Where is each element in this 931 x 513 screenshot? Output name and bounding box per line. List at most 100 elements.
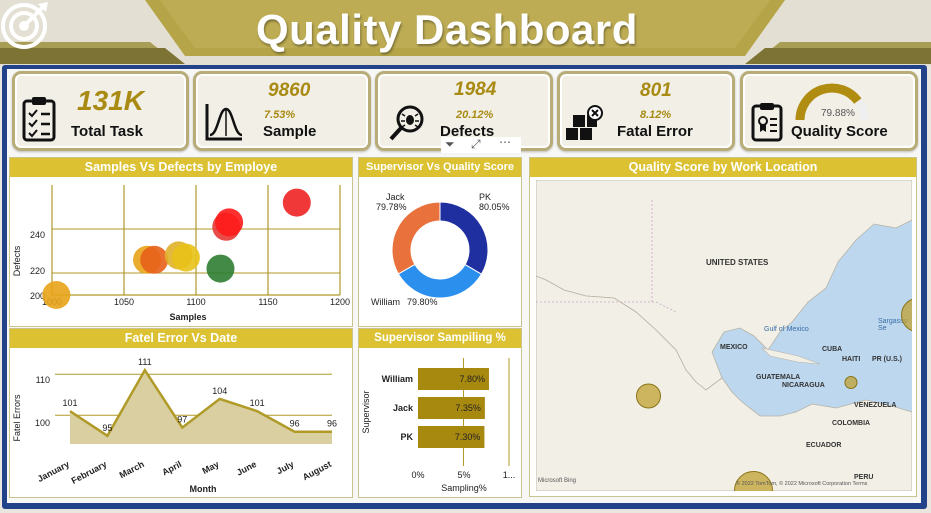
line-panel[interactable]: Fatel Error Vs Date Fatel Errors Month 1… <box>9 328 353 498</box>
line-data-label: 96 <box>327 419 337 429</box>
hbar-category: William <box>382 374 413 384</box>
scatter-ytick: 220 <box>30 266 45 276</box>
hbar-xtick: 1... <box>503 470 516 480</box>
bing-logo: Microsoft Bing <box>538 478 577 484</box>
donut-label-value: 80.05% <box>479 202 510 212</box>
kpi-quality-score[interactable]: 79.88% Quality Score <box>740 71 918 151</box>
line-xtick: June <box>235 459 258 478</box>
line-ylabel: Fatel Errors <box>12 394 22 442</box>
line-data-label: 104 <box>212 386 227 396</box>
donut-panel[interactable]: Supervisor Vs Quality Score Jack 79.78% … <box>358 157 522 327</box>
bell-curve-icon <box>205 104 243 141</box>
defects-value: 1984 <box>454 79 497 100</box>
line-xtick: August <box>301 459 333 482</box>
line-data-label: 96 <box>290 419 300 429</box>
boxes-error-icon <box>566 105 603 140</box>
line-xtick: February <box>70 459 109 486</box>
donut-title: Supervisor Vs Quality Score <box>359 158 521 177</box>
donut-label-value: 79.80% <box>407 297 438 307</box>
fatal-error-value: 801 <box>640 80 672 101</box>
fatal-error-pct: 8.12% <box>640 109 672 121</box>
line-xtick: May <box>200 459 220 476</box>
visual-header-toolbar: ⏷ ⤢ ⋯ <box>441 135 521 153</box>
line-data-label: 111 <box>138 357 152 367</box>
map-attribution: © 2022 TomTom, © 2022 Microsoft Corporat… <box>736 481 868 487</box>
map-bubble[interactable] <box>636 383 661 409</box>
scatter-ylabel: Defects <box>12 245 22 276</box>
target-icon <box>1 2 48 49</box>
map-bubbles[interactable] <box>536 180 912 491</box>
donut-chart[interactable]: Jack 79.78% PK 80.05% William 79.80% <box>359 177 521 325</box>
kpi-fatal-error[interactable]: 801 8.12% Fatal Error <box>557 71 735 151</box>
map-bubble[interactable] <box>901 298 913 332</box>
sample-pct: 7.53% <box>264 109 296 121</box>
sample-label: Sample <box>263 123 317 140</box>
scatter-xlabel: Samples <box>169 312 206 322</box>
hbar-category: PK <box>400 432 413 442</box>
line-xtick: January <box>36 459 71 484</box>
donut-label-name: PK <box>479 192 491 202</box>
header-banner: Quality Dashboard <box>0 0 931 66</box>
scatter-xtick: 1050 <box>114 297 134 307</box>
line-data-label: 97 <box>177 415 187 425</box>
donut-label-name: Jack <box>386 192 405 202</box>
map-canvas[interactable]: UNITED STATES MEXICO Gulf of Mexico CUBA… <box>536 180 912 491</box>
scatter-point[interactable] <box>171 243 200 272</box>
donut-slice[interactable] <box>397 263 483 299</box>
hbar-panel[interactable]: Supervisor Sampiling % Supervisor Sampli… <box>358 328 522 498</box>
scatter-point[interactable] <box>42 281 71 309</box>
line-data-label: 101 <box>62 398 77 408</box>
total-task-value: 131K <box>77 85 144 116</box>
hbar-value-label: 7.35% <box>455 403 481 413</box>
hbar-title: Supervisor Sampiling % <box>359 329 521 348</box>
scatter-chart[interactable]: Defects Samples 1000 1050 1100 1150 1200… <box>10 177 352 325</box>
kpi-total-task[interactable]: 131K Total Task <box>12 71 189 151</box>
hbar-category: Jack <box>393 403 414 413</box>
more-options-icon[interactable]: ⋯ <box>499 135 511 149</box>
hbar-value-label: 7.30% <box>455 432 481 442</box>
hbar-value-label: 7.80% <box>459 374 485 384</box>
line-xtick: July <box>275 459 296 476</box>
scatter-xtick: 1100 <box>186 297 205 307</box>
scatter-point[interactable] <box>215 208 244 237</box>
scatter-xtick: 1200 <box>330 297 350 307</box>
map-title: Quality Score by Work Location <box>530 158 916 177</box>
quality-gauge-text: 79.88% <box>821 108 855 119</box>
scatter-point[interactable] <box>206 254 235 283</box>
scatter-point[interactable] <box>140 245 169 274</box>
quality-score-label: Quality Score <box>791 123 888 140</box>
scatter-panel[interactable]: Samples Vs Defects by Employe Defects Sa… <box>9 157 353 327</box>
map-bubble[interactable] <box>844 376 858 389</box>
kpi-sample[interactable]: 9860 7.53% Sample <box>193 71 371 151</box>
donut-label-name: William <box>371 297 400 307</box>
page-title: Quality Dashboard <box>256 6 638 53</box>
clipboard-checklist-icon <box>22 97 56 142</box>
donut-label-value: 79.78% <box>376 202 407 212</box>
fatal-error-label: Fatal Error <box>617 123 693 140</box>
filter-icon[interactable]: ⏷ <box>445 137 455 152</box>
scatter-title: Samples Vs Defects by Employe <box>10 158 352 177</box>
hbar-xlabel: Sampling% <box>441 483 487 493</box>
line-title: Fatel Error Vs Date <box>10 329 352 348</box>
line-ytick: 110 <box>36 375 50 385</box>
total-task-label: Total Task <box>71 123 143 140</box>
line-xtick: April <box>160 459 183 477</box>
bug-search-icon <box>389 105 424 141</box>
line-data-label: 101 <box>250 398 265 408</box>
hbar-ylabel: Supervisor <box>361 390 371 433</box>
focus-mode-icon[interactable]: ⤢ <box>471 137 481 152</box>
scatter-xtick: 1150 <box>258 297 277 307</box>
line-data-label: 95 <box>102 423 112 433</box>
scatter-point[interactable] <box>282 188 311 217</box>
line-chart[interactable]: Fatel Errors Month 100 110 101 January 95 F… <box>10 348 352 496</box>
donut-slice[interactable] <box>391 201 441 275</box>
clipboard-award-icon <box>751 103 783 142</box>
line-xlabel: Month <box>190 484 217 494</box>
donut-slice[interactable] <box>439 201 489 275</box>
hbar-xtick: 5% <box>457 470 470 480</box>
hbar-chart[interactable]: Supervisor Sampling% 0% 5% 1... William 7… <box>359 348 521 496</box>
line-ytick: 100 <box>35 418 50 428</box>
line-xtick: March <box>118 459 146 480</box>
defects-pct: 20.12% <box>456 109 494 121</box>
sample-value: 9860 <box>268 80 311 101</box>
